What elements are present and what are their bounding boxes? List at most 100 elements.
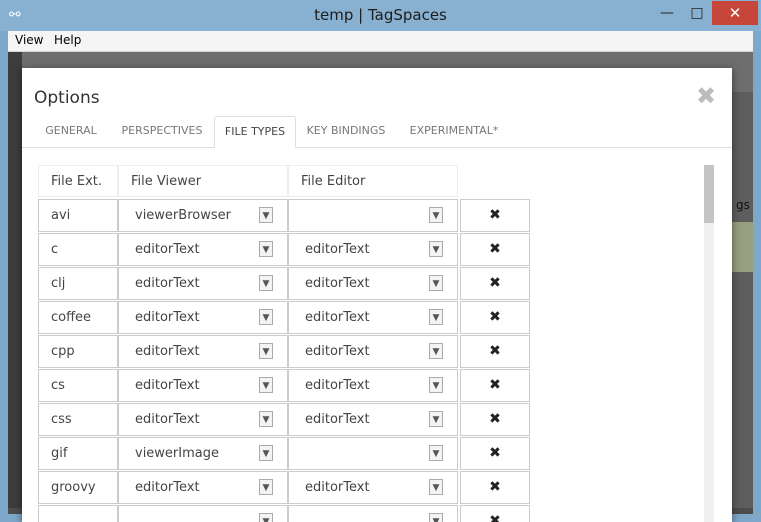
editor-value: editorText	[305, 310, 370, 325]
dialog-close-icon[interactable]: ✖	[696, 82, 716, 110]
viewer-select[interactable]: editorText ▼	[118, 403, 288, 436]
viewer-select[interactable]: editorText ▼	[118, 335, 288, 368]
delete-row-button[interactable]: ✖	[460, 403, 530, 436]
viewer-value: editorText	[135, 412, 200, 427]
left-panel	[8, 52, 22, 514]
chevron-down-icon: ▼	[429, 241, 443, 257]
ext-input[interactable]: c	[38, 233, 118, 266]
editor-value: editorText	[305, 378, 370, 393]
background-text: gs	[736, 198, 750, 212]
viewer-select[interactable]: viewerBrowser ▼	[118, 199, 288, 232]
menu-view[interactable]: View	[15, 33, 43, 47]
menu-help[interactable]: Help	[54, 33, 81, 47]
chevron-down-icon: ▼	[259, 513, 273, 522]
menu-bar: View Help	[8, 31, 753, 52]
viewer-select[interactable]: editorText ▼	[118, 267, 288, 300]
table-row: clj editorText ▼ editorText ▼ ✖	[38, 267, 530, 301]
table-row: cpp editorText ▼ editorText ▼ ✖	[38, 335, 530, 369]
editor-select[interactable]: editorText ▼	[288, 471, 458, 504]
viewer-value: viewerBrowser	[135, 208, 231, 223]
tab-experimental[interactable]: EXPERIMENTAL*	[402, 116, 506, 146]
table-row: gif viewerImage ▼ ▼ ✖	[38, 437, 530, 471]
editor-select[interactable]: ▼	[288, 505, 458, 522]
editor-value: editorText	[305, 412, 370, 427]
delete-row-button[interactable]: ✖	[460, 369, 530, 402]
viewer-value: editorText	[135, 242, 200, 257]
chevron-down-icon: ▼	[429, 309, 443, 325]
chevron-down-icon: ▼	[259, 275, 273, 291]
editor-select[interactable]: ▼	[288, 437, 458, 470]
viewer-value: viewerImage	[135, 446, 219, 461]
tab-perspectives[interactable]: PERSPECTIVES	[112, 116, 212, 146]
editor-value: editorText	[305, 480, 370, 495]
chevron-down-icon: ▼	[429, 411, 443, 427]
editor-value: editorText	[305, 242, 370, 257]
table-row: ▼ ▼ ✖	[38, 505, 530, 522]
editor-select[interactable]: editorText ▼	[288, 403, 458, 436]
viewer-select[interactable]: editorText ▼	[118, 471, 288, 504]
tab-key-bindings[interactable]: KEY BINDINGS	[302, 116, 390, 146]
background-panel	[732, 222, 753, 272]
table-row: groovy editorText ▼ editorText ▼ ✖	[38, 471, 530, 505]
viewer-select[interactable]: editorText ▼	[118, 369, 288, 402]
chevron-down-icon: ▼	[259, 309, 273, 325]
viewer-value: editorText	[135, 310, 200, 325]
delete-row-button[interactable]: ✖	[460, 471, 530, 504]
ext-input[interactable]: coffee	[38, 301, 118, 334]
editor-value: editorText	[305, 344, 370, 359]
chevron-down-icon: ▼	[429, 377, 443, 393]
chevron-down-icon: ▼	[429, 343, 443, 359]
chevron-down-icon: ▼	[259, 411, 273, 427]
tab-file-types[interactable]: FILE TYPES	[214, 116, 296, 148]
viewer-select[interactable]: ▼	[118, 505, 288, 522]
editor-select[interactable]: editorText ▼	[288, 267, 458, 300]
maximize-button[interactable]: □	[682, 1, 712, 25]
chevron-down-icon: ▼	[259, 207, 273, 223]
ext-input[interactable]: css	[38, 403, 118, 436]
tab-general[interactable]: GENERAL	[36, 116, 106, 146]
viewer-select[interactable]: editorText ▼	[118, 233, 288, 266]
tab-bar: GENERAL PERSPECTIVES FILE TYPES KEY BIND…	[22, 116, 732, 148]
table-row: coffee editorText ▼ editorText ▼ ✖	[38, 301, 530, 335]
editor-select[interactable]: editorText ▼	[288, 301, 458, 334]
editor-select[interactable]: editorText ▼	[288, 233, 458, 266]
ext-input[interactable]: cpp	[38, 335, 118, 368]
viewer-select[interactable]: editorText ▼	[118, 301, 288, 334]
minimize-button[interactable]: —	[652, 1, 682, 25]
chevron-down-icon: ▼	[259, 479, 273, 495]
delete-row-button[interactable]: ✖	[460, 199, 530, 232]
chevron-down-icon: ▼	[429, 207, 443, 223]
viewer-value: editorText	[135, 276, 200, 291]
ext-input[interactable]: groovy	[38, 471, 118, 504]
chevron-down-icon: ▼	[259, 377, 273, 393]
scrollbar-thumb[interactable]	[704, 165, 714, 223]
viewer-select[interactable]: viewerImage ▼	[118, 437, 288, 470]
table-row: avi viewerBrowser ▼ ▼ ✖	[38, 199, 530, 233]
window-title: temp | TagSpaces	[314, 6, 447, 24]
chevron-down-icon: ▼	[429, 275, 443, 291]
editor-select[interactable]: ▼	[288, 199, 458, 232]
delete-row-button[interactable]: ✖	[460, 437, 530, 470]
header-ext: File Ext.	[38, 165, 118, 197]
delete-row-button[interactable]: ✖	[460, 233, 530, 266]
table-row: cs editorText ▼ editorText ▼ ✖	[38, 369, 530, 403]
chevron-down-icon: ▼	[259, 343, 273, 359]
delete-row-button[interactable]: ✖	[460, 335, 530, 368]
ext-input[interactable]: avi	[38, 199, 118, 232]
ext-input[interactable]: clj	[38, 267, 118, 300]
delete-row-button[interactable]: ✖	[460, 267, 530, 300]
close-window-button[interactable]: ✕	[712, 1, 758, 25]
delete-row-button[interactable]: ✖	[460, 505, 530, 522]
table-row: c editorText ▼ editorText ▼ ✖	[38, 233, 530, 267]
header-editor: File Editor	[288, 165, 458, 197]
viewer-value: editorText	[135, 378, 200, 393]
delete-row-button[interactable]: ✖	[460, 301, 530, 334]
chevron-down-icon: ▼	[429, 445, 443, 461]
editor-select[interactable]: editorText ▼	[288, 369, 458, 402]
ext-input[interactable]	[38, 505, 118, 522]
editor-select[interactable]: editorText ▼	[288, 335, 458, 368]
table-row: css editorText ▼ editorText ▼ ✖	[38, 403, 530, 437]
ext-input[interactable]: gif	[38, 437, 118, 470]
viewer-value: editorText	[135, 480, 200, 495]
ext-input[interactable]: cs	[38, 369, 118, 402]
